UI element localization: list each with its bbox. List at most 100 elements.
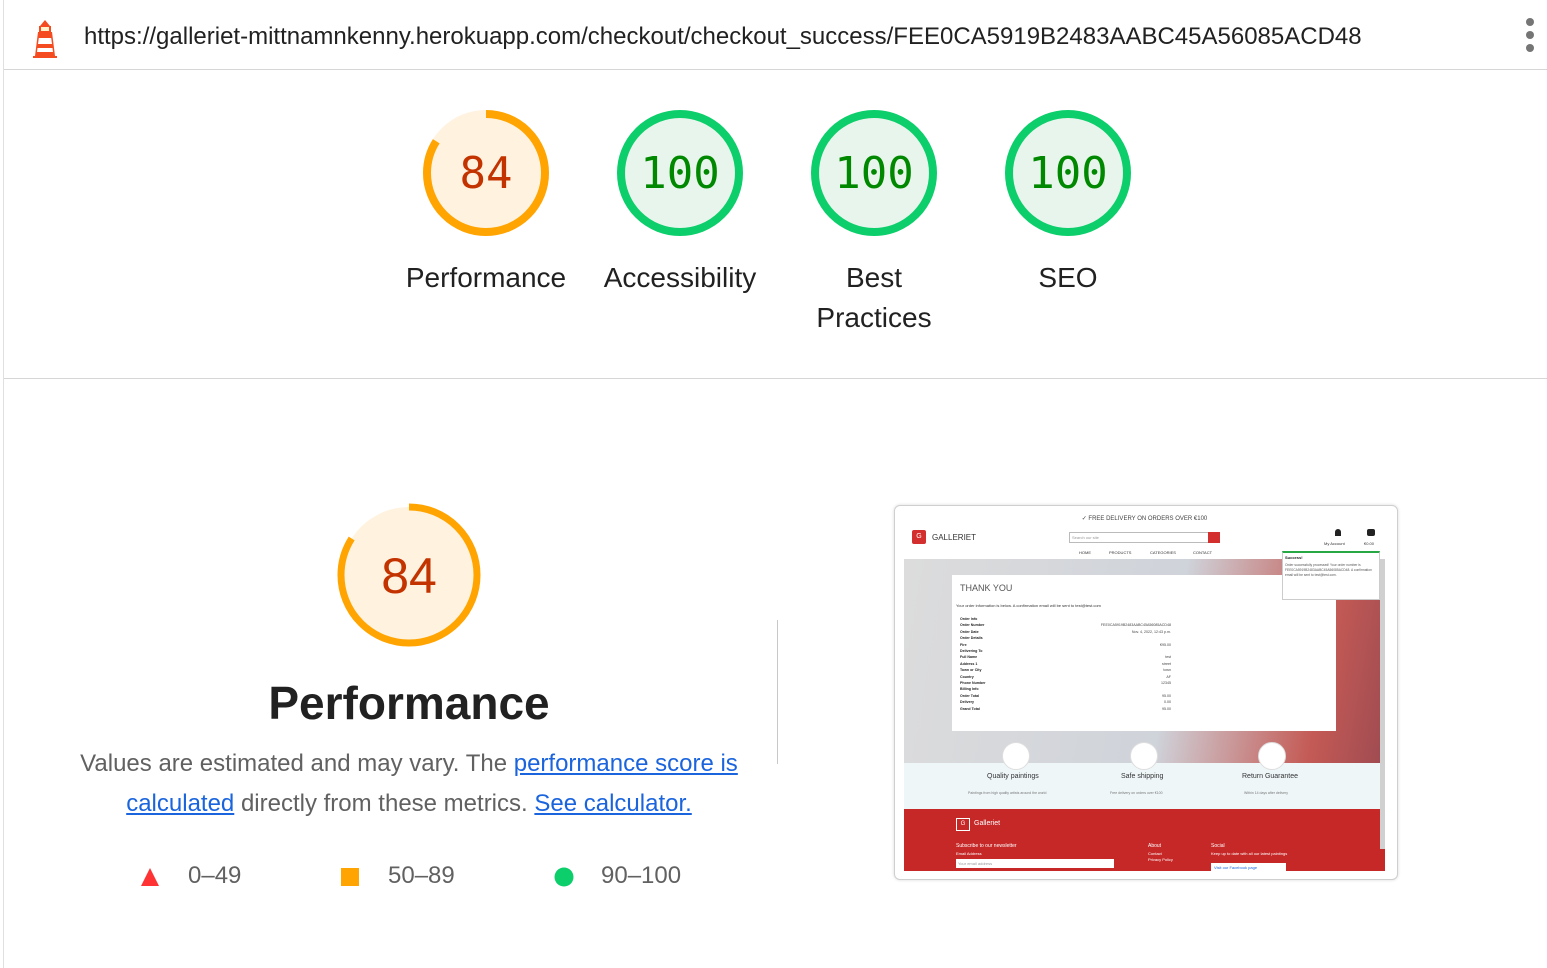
ss-row-value: 95.00 [1162, 706, 1171, 711]
ss-search-input: Search our site [1069, 532, 1211, 543]
best-practices-gauge-ring: 100 [811, 110, 937, 236]
ss-feature-sub: Free delivery on orders over €100 [1110, 791, 1163, 795]
ss-row-label: Country [960, 674, 974, 679]
ss-row-value: town [1163, 668, 1171, 673]
gauge-score: 100 [834, 148, 913, 199]
ss-row-label: Town or City [960, 668, 982, 673]
ss-row-label: Phone Number [960, 681, 986, 685]
ss-row-label: Order Number [960, 623, 985, 628]
ss-row-label: Order Date [960, 629, 979, 634]
performance-category-gauge: 84 [336, 502, 482, 653]
gauge-label: Accessibility [603, 262, 757, 293]
ss-success-toast: Success! Order successfully processed! Y… [1282, 551, 1380, 600]
ss-feature-label: Return Guarantee [1242, 773, 1299, 780]
ss-contact: Contact [1148, 851, 1162, 856]
ss-row-value: street [1162, 661, 1171, 666]
ss-nav-products: PRODUCTS [1109, 550, 1132, 555]
gauge-score: 100 [1028, 148, 1107, 199]
fail-triangle-icon [141, 868, 159, 886]
ss-feature-label: Quality paintings [987, 773, 1039, 780]
performance-gauge-ring: 84 [423, 110, 549, 236]
ss-footer-brand: Galleriet [974, 820, 1001, 827]
ss-facebook-button: Visit our Facebook page [1211, 863, 1286, 871]
ss-row-value: €95.00 [1160, 642, 1171, 647]
kebab-menu-icon[interactable] [1523, 18, 1537, 54]
ss-confirmation: Your order information is below. A confi… [956, 603, 1101, 608]
ss-footer-logo: G [956, 818, 970, 831]
ss-scrollbar [1380, 559, 1385, 849]
ss-user-icon [1335, 529, 1341, 536]
performance-title: Performance [268, 677, 550, 729]
report-topbar: https://galleriet-mittnamnkenny.herokuap… [4, 0, 1547, 70]
gauge-label: SEO [1038, 262, 1098, 293]
desc-middle: directly from these metrics. [234, 790, 535, 817]
ss-nav-home: HOME [1079, 550, 1091, 555]
ss-social-text: Keep up to date with all our latest pain… [1211, 851, 1288, 856]
pass-circle-icon [554, 867, 574, 887]
ss-row-label: Full Name [960, 655, 978, 660]
lighthouse-icon [30, 18, 60, 58]
ss-nav-contact: CONTACT [1193, 550, 1213, 555]
palette-icon [1002, 742, 1030, 770]
ss-cart-total: €0.00 [1364, 541, 1375, 546]
page-url: https://galleriet-mittnamnkenny.herokuap… [84, 23, 1362, 50]
gauge-label: Performance [405, 262, 567, 293]
ss-feature-label: Safe shipping [1121, 773, 1164, 780]
legend-pass-range: 90–100 [601, 862, 682, 889]
ss-account: My Account [1324, 541, 1345, 546]
gauge-accessibility[interactable]: 100 Accessibility [590, 108, 770, 298]
legend-average-range: 50–89 [388, 862, 455, 889]
gauge-best-practices[interactable]: 100 Best Practices [784, 108, 964, 338]
score-summary: 84 Performance 100 Accessibility 100 Bes… [4, 70, 1547, 379]
ss-row-label: Billing Info [960, 687, 979, 692]
gauge-score: 100 [640, 148, 719, 199]
legend-fail-range: 0–49 [188, 862, 242, 889]
accessibility-gauge-ring: 100 [617, 110, 743, 236]
section-divider [777, 620, 778, 764]
ss-row-value: test [1165, 655, 1171, 660]
ss-row-label: Order Total [960, 693, 980, 698]
ss-logo: G [912, 530, 926, 544]
performance-score: 84 [381, 548, 437, 604]
ss-search-button [1208, 532, 1220, 543]
ss-row-value: AF [1166, 674, 1171, 679]
ss-row-label: Delivering To [960, 649, 983, 653]
average-square-icon [341, 868, 359, 886]
ss-row-label: Grand Total [960, 706, 980, 711]
return-icon [1258, 742, 1286, 770]
seo-gauge-ring: 100 [1005, 110, 1131, 236]
ss-row-value: 0.00 [1164, 700, 1171, 705]
ss-social: Social [1211, 843, 1225, 849]
ss-feature-sub: Paintings from high quality artists arou… [968, 791, 1047, 795]
ss-about: About [1148, 843, 1162, 849]
ss-nav-categories: CATEGORIES [1150, 550, 1176, 555]
gauge-score: 84 [460, 148, 513, 199]
ss-row-value: 95.00 [1162, 693, 1171, 698]
ss-row-label: Fire [960, 642, 967, 647]
ss-delivery-banner: ✓ FREE DELIVERY ON ORDERS OVER €100 [1081, 516, 1208, 522]
gauge-seo[interactable]: 100 SEO [978, 108, 1158, 298]
performance-gauge-large: 84 [337, 503, 481, 647]
ss-newsletter: Subscribe to our newsletter [956, 843, 1017, 849]
ss-order-card [952, 575, 1336, 731]
final-screenshot[interactable]: ✓ FREE DELIVERY ON ORDERS OVER €100 G GA… [894, 505, 1398, 880]
truck-icon [1130, 742, 1158, 770]
ss-privacy: Privacy Policy [1148, 857, 1173, 862]
ss-feature-sub: Within 14 days after delivery [1244, 791, 1288, 795]
ss-row-value: FEE0CA5919B2483AABC45A56085ACD48 [1100, 623, 1171, 628]
ss-toast-text: Order successfully processed! Your order… [1285, 563, 1372, 577]
ss-row-label: Delivery [960, 700, 974, 705]
ss-cart-icon [1367, 529, 1375, 536]
ss-row-value: Nov. 4, 2022, 12:43 p.m. [1131, 629, 1171, 634]
ss-email-input: Your email address [956, 859, 1114, 868]
ss-brand: GALLERIET [932, 533, 977, 542]
performance-description: Values are estimated and may vary. The p… [80, 744, 738, 824]
screenshot-page: ✓ FREE DELIVERY ON ORDERS OVER €100 G GA… [904, 515, 1385, 871]
desc-prefix: Values are estimated and may vary. The [80, 750, 514, 777]
ss-row-value: 12345 [1161, 681, 1171, 685]
gauge-performance[interactable]: 84 Performance [396, 108, 576, 298]
see-calculator-link[interactable]: See calculator. [534, 790, 691, 817]
ss-row-label: Order Details [960, 636, 983, 641]
ss-thank-you: THANK YOU [960, 583, 1013, 593]
ss-row-label: Order Info [960, 617, 978, 621]
